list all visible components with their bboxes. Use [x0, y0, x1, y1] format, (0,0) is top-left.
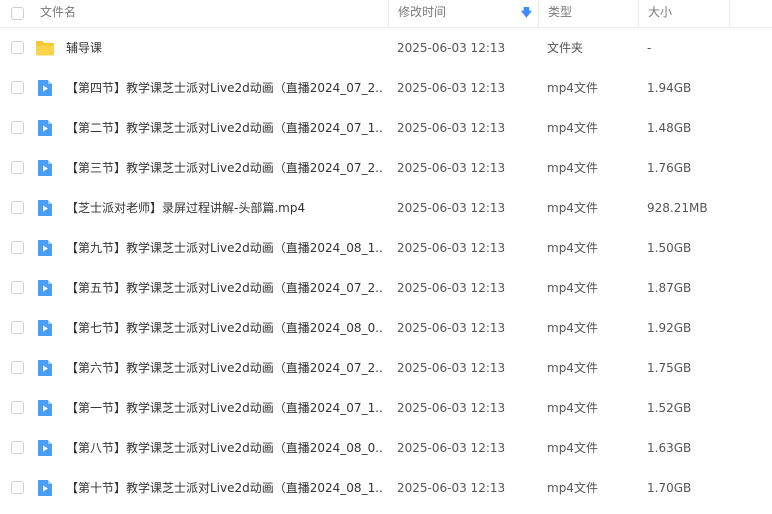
- file-type: mp4文件: [547, 321, 598, 335]
- file-mtime: 2025-06-03 12:13: [397, 481, 506, 495]
- row-checkbox[interactable]: [11, 401, 24, 414]
- file-row[interactable]: 【第十节】教学课芝士派对Live2d动画（直播2024_08_1... 2025-…: [0, 468, 772, 508]
- file-size: 1.63GB: [647, 441, 692, 455]
- file-size: 1.75GB: [647, 361, 692, 375]
- video-file-icon: [35, 278, 55, 298]
- file-size: 1.92GB: [647, 321, 692, 335]
- column-header-size[interactable]: 大小: [638, 0, 730, 27]
- file-size: 1.52GB: [647, 401, 692, 415]
- file-name[interactable]: 【第二节】教学课芝士派对Live2d动画（直播2024_07_1...: [66, 108, 382, 148]
- row-checkbox[interactable]: [11, 121, 24, 134]
- file-name[interactable]: 辅导课: [66, 28, 382, 68]
- file-type: mp4文件: [547, 481, 598, 495]
- file-row[interactable]: 【第四节】教学课芝士派对Live2d动画（直播2024_07_2... 2025-…: [0, 68, 772, 108]
- row-checkbox[interactable]: [11, 441, 24, 454]
- column-header-mtime-label: 修改时间: [398, 5, 447, 19]
- row-checkbox[interactable]: [11, 321, 24, 334]
- file-size: 1.87GB: [647, 281, 692, 295]
- file-name[interactable]: 【第一节】教学课芝士派对Live2d动画（直播2024_07_1...: [66, 388, 382, 428]
- file-size: 1.48GB: [647, 121, 692, 135]
- row-checkbox[interactable]: [11, 41, 24, 54]
- row-checkbox[interactable]: [11, 161, 24, 174]
- file-mtime: 2025-06-03 12:13: [397, 441, 506, 455]
- file-size: 1.76GB: [647, 161, 692, 175]
- file-mtime: 2025-06-03 12:13: [397, 161, 506, 175]
- file-name[interactable]: 【第七节】教学课芝士派对Live2d动画（直播2024_08_0...: [66, 308, 382, 348]
- video-file-icon: [35, 318, 55, 338]
- file-row[interactable]: 【第六节】教学课芝士派对Live2d动画（直播2024_07_2... 2025-…: [0, 348, 772, 388]
- column-header-type[interactable]: 类型: [538, 0, 638, 27]
- file-type: mp4文件: [547, 361, 598, 375]
- video-file-icon: [35, 358, 55, 378]
- video-file-icon: [35, 398, 55, 418]
- file-row[interactable]: 【第五节】教学课芝士派对Live2d动画（直播2024_07_2... 2025-…: [0, 268, 772, 308]
- file-size: -: [647, 41, 652, 55]
- file-row[interactable]: 【第八节】教学课芝士派对Live2d动画（直播2024_08_0... 2025-…: [0, 428, 772, 468]
- file-row[interactable]: 【芝士派对老师】录屏过程讲解-头部篇.mp4 2025-06-03 12:13 mp…: [0, 188, 772, 228]
- file-name[interactable]: 【第十节】教学课芝士派对Live2d动画（直播2024_08_1...: [66, 468, 382, 508]
- file-mtime: 2025-06-03 12:13: [397, 401, 506, 415]
- video-file-icon: [35, 238, 55, 258]
- file-mtime: 2025-06-03 12:13: [397, 361, 506, 375]
- file-name[interactable]: 【第四节】教学课芝士派对Live2d动画（直播2024_07_2...: [66, 68, 382, 108]
- file-row[interactable]: 【第一节】教学课芝士派对Live2d动画（直播2024_07_1... 2025-…: [0, 388, 772, 428]
- file-mtime: 2025-06-03 12:13: [397, 201, 506, 215]
- row-checkbox[interactable]: [11, 81, 24, 94]
- file-mtime: 2025-06-03 12:13: [397, 121, 506, 135]
- row-checkbox[interactable]: [11, 241, 24, 254]
- column-header-mtime[interactable]: 修改时间 🡇: [388, 0, 538, 27]
- file-type: mp4文件: [547, 161, 598, 175]
- file-type: mp4文件: [547, 401, 598, 415]
- file-row[interactable]: 【第三节】教学课芝士派对Live2d动画（直播2024_07_2... 2025-…: [0, 148, 772, 188]
- select-all-checkbox[interactable]: [11, 7, 24, 20]
- file-type: 文件夹: [547, 41, 584, 55]
- row-checkbox[interactable]: [11, 361, 24, 374]
- file-size: 1.94GB: [647, 81, 692, 95]
- file-type: mp4文件: [547, 281, 598, 295]
- file-row[interactable]: 【第二节】教学课芝士派对Live2d动画（直播2024_07_1... 2025-…: [0, 108, 772, 148]
- table-header: 文件名 修改时间 🡇 类型 大小: [0, 0, 772, 28]
- file-name[interactable]: 【第六节】教学课芝士派对Live2d动画（直播2024_07_2...: [66, 348, 382, 388]
- file-name[interactable]: 【芝士派对老师】录屏过程讲解-头部篇.mp4: [66, 188, 382, 228]
- file-type: mp4文件: [547, 81, 598, 95]
- row-checkbox[interactable]: [11, 481, 24, 494]
- file-size: 928.21MB: [647, 201, 708, 215]
- file-name[interactable]: 【第五节】教学课芝士派对Live2d动画（直播2024_07_2...: [66, 268, 382, 308]
- row-checkbox[interactable]: [11, 281, 24, 294]
- file-mtime: 2025-06-03 12:13: [397, 41, 506, 55]
- file-type: mp4文件: [547, 241, 598, 255]
- file-mtime: 2025-06-03 12:13: [397, 321, 506, 335]
- file-type: mp4文件: [547, 441, 598, 455]
- file-name[interactable]: 【第九节】教学课芝士派对Live2d动画（直播2024_08_1...: [66, 228, 382, 268]
- file-row[interactable]: 【第七节】教学课芝士派对Live2d动画（直播2024_08_0... 2025-…: [0, 308, 772, 348]
- video-file-icon: [35, 118, 55, 138]
- video-file-icon: [35, 78, 55, 98]
- file-row[interactable]: 【第九节】教学课芝士派对Live2d动画（直播2024_08_1... 2025-…: [0, 228, 772, 268]
- file-size: 1.50GB: [647, 241, 692, 255]
- file-row[interactable]: 辅导课 2025-06-03 12:13 文件夹 -: [0, 28, 772, 68]
- column-header-name[interactable]: 文件名: [40, 0, 388, 27]
- file-name[interactable]: 【第三节】教学课芝士派对Live2d动画（直播2024_07_2...: [66, 148, 382, 188]
- file-mtime: 2025-06-03 12:13: [397, 241, 506, 255]
- file-size: 1.70GB: [647, 481, 692, 495]
- sort-descending-icon[interactable]: 🡇: [521, 0, 532, 25]
- file-list-table: 文件名 修改时间 🡇 类型 大小 辅导课 2025-06-03 12:13 文件夹 -…: [0, 0, 772, 514]
- file-name[interactable]: 【第八节】教学课芝士派对Live2d动画（直播2024_08_0...: [66, 428, 382, 468]
- folder-icon: [35, 38, 55, 58]
- video-file-icon: [35, 478, 55, 498]
- file-type: mp4文件: [547, 121, 598, 135]
- video-file-icon: [35, 198, 55, 218]
- row-checkbox[interactable]: [11, 201, 24, 214]
- video-file-icon: [35, 438, 55, 458]
- video-file-icon: [35, 158, 55, 178]
- file-mtime: 2025-06-03 12:13: [397, 281, 506, 295]
- file-mtime: 2025-06-03 12:13: [397, 81, 506, 95]
- file-type: mp4文件: [547, 201, 598, 215]
